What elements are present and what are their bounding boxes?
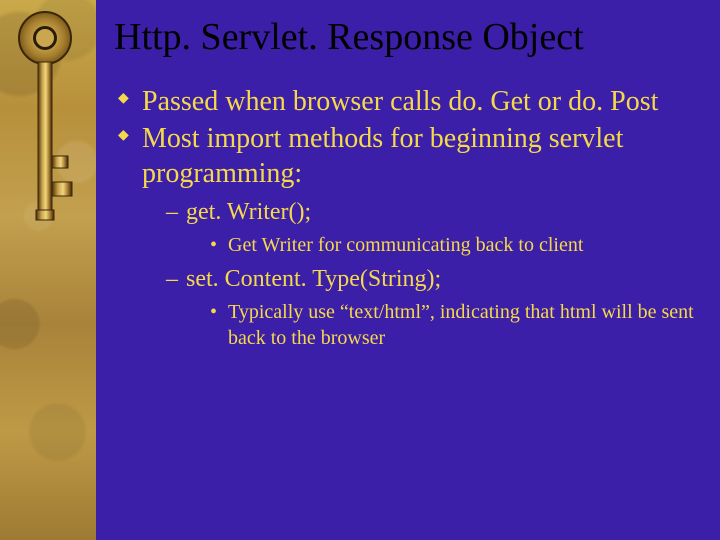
sub-bullet-text: get. Writer(); [186, 199, 311, 225]
slide-title: Http. Servlet. Response Object [114, 18, 696, 58]
detail-bullet-item: Get Writer for communicating back to cli… [210, 232, 696, 258]
bullet-item: Most import methods for beginning servle… [118, 121, 696, 351]
detail-bullet-list: Get Writer for communicating back to cli… [210, 232, 696, 258]
content-area: Http. Servlet. Response Object Passed wh… [96, 0, 720, 540]
bullet-item: Passed when browser calls do. Get or do.… [118, 84, 696, 119]
bullet-text: Most import methods for beginning servle… [142, 123, 623, 189]
key-icon [16, 6, 74, 236]
sub-bullet-list: get. Writer(); Get Writer for communicat… [166, 197, 696, 351]
slide: Http. Servlet. Response Object Passed wh… [0, 0, 720, 540]
sub-bullet-text: set. Content. Type(String); [186, 266, 441, 292]
sub-bullet-item: get. Writer(); Get Writer for communicat… [166, 197, 696, 258]
decorative-sidebar [0, 0, 96, 540]
detail-bullet-list: Typically use “text/html”, indicating th… [210, 299, 696, 351]
bullet-list: Passed when browser calls do. Get or do.… [118, 84, 696, 351]
detail-bullet-item: Typically use “text/html”, indicating th… [210, 299, 696, 351]
sub-bullet-item: set. Content. Type(String); Typically us… [166, 264, 696, 351]
